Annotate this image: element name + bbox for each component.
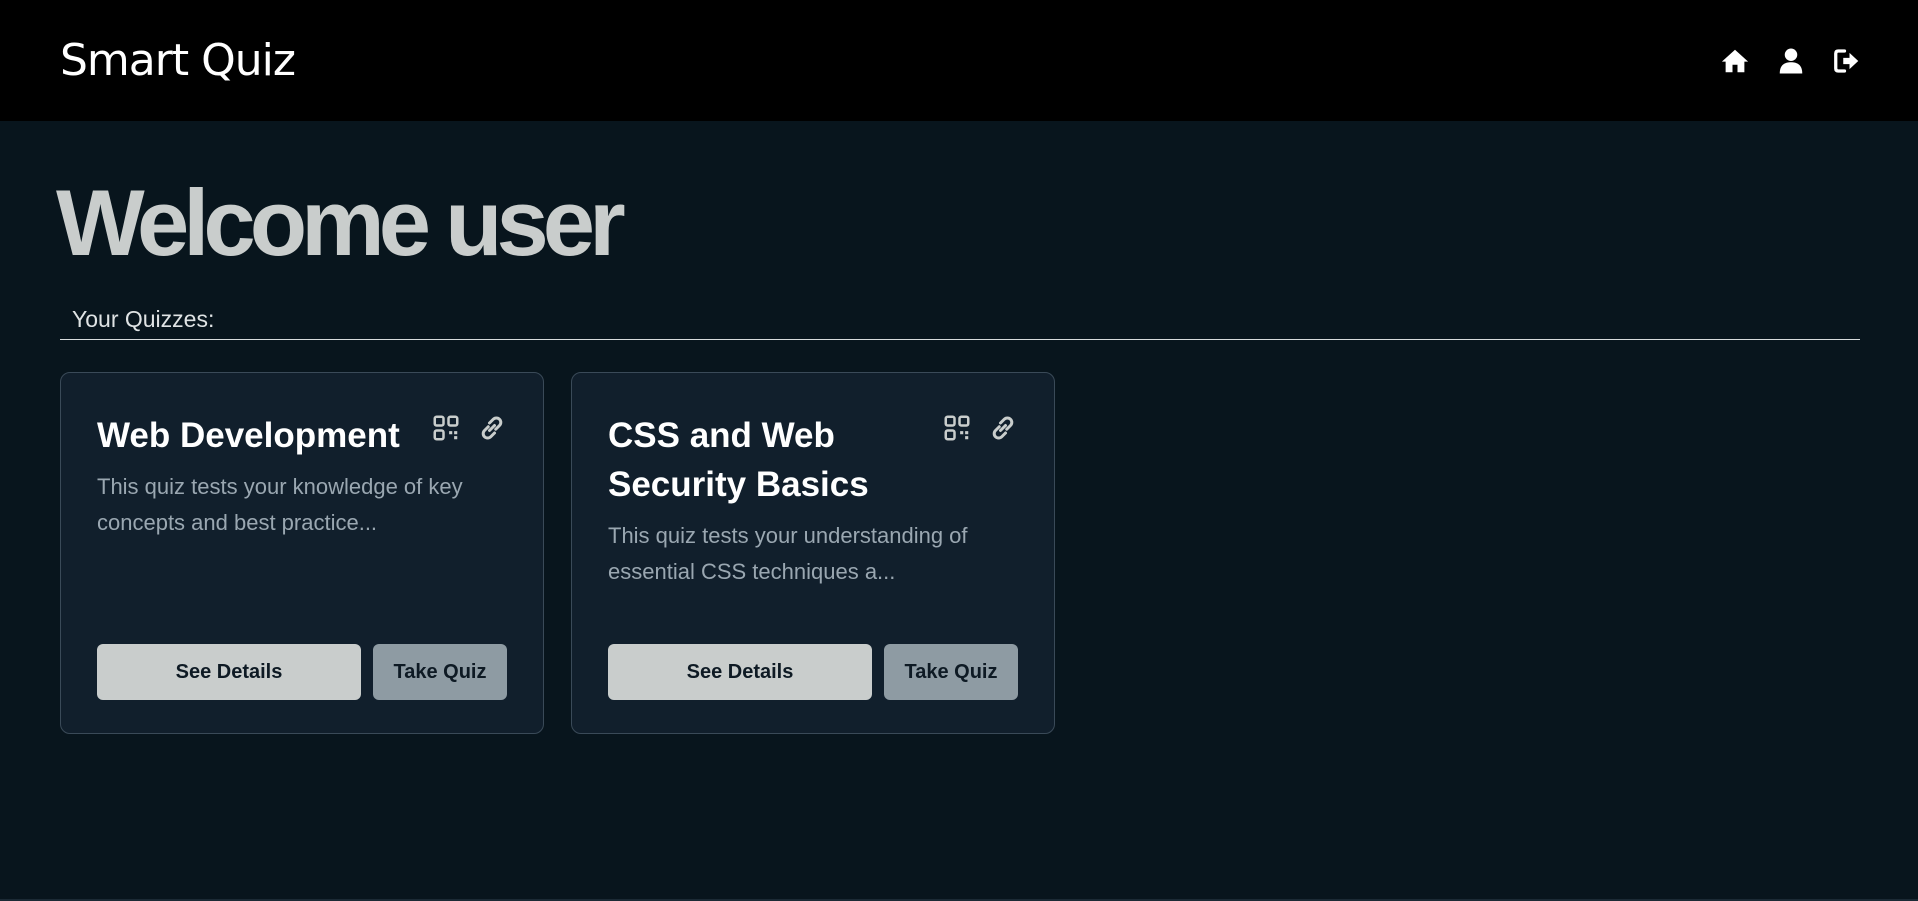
logout-icon[interactable]: [1832, 46, 1862, 76]
navbar: Smart Quiz: [0, 0, 1918, 121]
link-icon[interactable]: [988, 413, 1018, 443]
take-quiz-button[interactable]: Take Quiz: [884, 644, 1018, 700]
qr-code-icon[interactable]: [942, 413, 972, 443]
section-divider: [60, 339, 1860, 340]
link-icon[interactable]: [477, 413, 507, 443]
quizzes-section-label: Your Quizzes:: [72, 306, 215, 332]
quiz-card: CSS and Web Security Basics This quiz te…: [571, 372, 1055, 734]
quiz-description: This quiz tests your knowledge of key co…: [97, 474, 463, 535]
quiz-description: This quiz tests your understanding of es…: [608, 523, 968, 584]
see-details-button[interactable]: See Details: [608, 644, 872, 700]
quiz-title: CSS and Web Security Basics: [608, 416, 869, 504]
quiz-card-actions: [942, 413, 1018, 443]
welcome-heading: Welcome user: [56, 170, 626, 275]
qr-code-icon[interactable]: [431, 413, 461, 443]
see-details-button[interactable]: See Details: [97, 644, 361, 700]
home-icon[interactable]: [1720, 46, 1750, 76]
quiz-card-actions: [431, 413, 507, 443]
brand-title[interactable]: Smart Quiz: [60, 34, 296, 88]
quiz-title: Web Development: [97, 416, 400, 455]
user-icon[interactable]: [1776, 46, 1806, 76]
take-quiz-button[interactable]: Take Quiz: [373, 644, 507, 700]
nav-icons: [1720, 46, 1862, 76]
quiz-card: Web Development This quiz tests your kno…: [60, 372, 544, 734]
